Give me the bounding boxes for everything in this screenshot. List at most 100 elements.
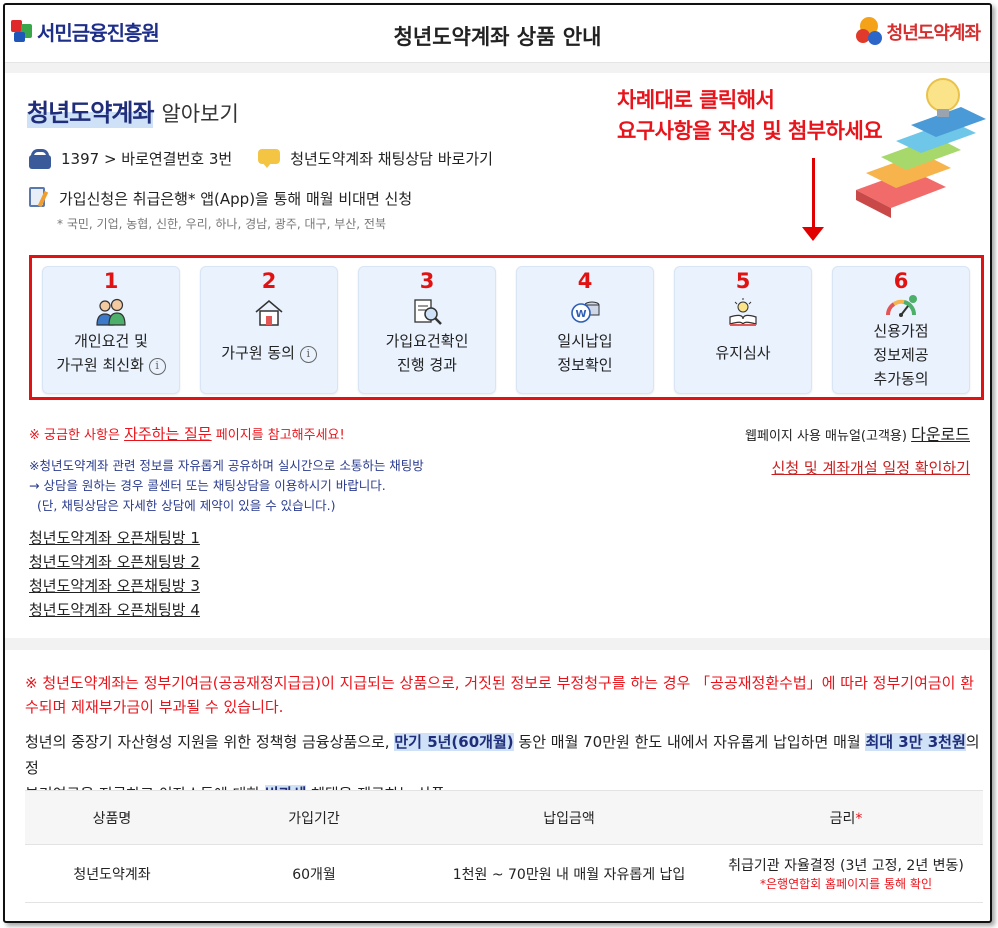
step-6-line-1: 신용가점 xyxy=(873,322,929,340)
step-4-label: 일시납입 정보확인 xyxy=(521,329,649,377)
schedule-link[interactable]: 신청 및 계좌개설 일정 확인하기 xyxy=(772,457,970,478)
faq-suffix: 페이지를 참고해주세요! xyxy=(215,428,345,443)
step-5-label: 유지심사 xyxy=(679,341,807,365)
cell-period: 60개월 xyxy=(199,844,429,903)
intro-title: 청년도약계좌 알아보기 xyxy=(27,93,239,128)
step-1-line-1: 개인요건 및 xyxy=(74,332,148,350)
description-text: 청년의 중장기 자산형성 지원을 위한 정책형 금융상품으로, xyxy=(25,733,390,751)
instruction-text: 차례대로 클릭해서 요구사항을 작성 및 첨부하세요 xyxy=(617,85,883,147)
step-3-card[interactable]: 3 가입요건확인 진행 경과 xyxy=(358,266,496,394)
header-period: 가입기간 xyxy=(199,790,429,845)
steps-container: 1 개인요건 및 가구원 최신화 i 2 가구원 동의 i 3 가입요건확인 진… xyxy=(29,255,984,400)
faq-link[interactable]: 자주하는 질문 xyxy=(124,425,212,443)
open-chat-link-2[interactable]: 청년도약계좌 오픈채팅방 2 xyxy=(29,550,200,574)
instruction-line-1: 차례대로 클릭해서 xyxy=(617,88,775,112)
step-5-line-1: 유지심사 xyxy=(715,344,771,362)
youth-account-logo[interactable]: 청년도약계좌 xyxy=(855,17,981,47)
step-5-card[interactable]: 5 유지심사 xyxy=(674,266,812,394)
header: 서민금융진흥원 청년도약계좌 상품 안내 청년도약계좌 xyxy=(5,5,990,63)
phone-icon xyxy=(29,148,51,169)
intro-title-sub: 알아보기 xyxy=(161,102,239,126)
step-3-label: 가입요건확인 진행 경과 xyxy=(363,329,491,377)
description-highlight-amount: 최대 3만 3천원 xyxy=(865,733,966,751)
cell-product-name: 청년도약계좌 xyxy=(25,844,199,903)
contact-row: 1397 > 바로연결번호 3번 청년도약계좌 채팅상담 바로가기 xyxy=(29,148,493,169)
description-text: 동안 매월 70만원 한도 내에서 자유롭게 납입하면 매월 xyxy=(518,733,861,751)
faq-note: ※ 궁금한 사항은 자주하는 질문 페이지를 참고해주세요! xyxy=(29,423,345,444)
apply-text: 가입신청은 취급은행* 앱(App)을 통해 매월 비대면 신청 xyxy=(59,189,413,208)
banks-list: * 국민, 기업, 농협, 신한, 우리, 하나, 경남, 광주, 대구, 부산… xyxy=(57,217,386,231)
section-divider xyxy=(5,638,990,650)
step-4-line-2: 정보확인 xyxy=(557,356,613,374)
step-4-card[interactable]: 4 W 일시납입 정보확인 xyxy=(516,266,654,394)
fraud-warning: ※ 청년도약계좌는 정부기여금(공공재정지급금)이 지급되는 상품으로, 거짓된… xyxy=(25,671,985,719)
header-amount: 납입금액 xyxy=(429,790,709,845)
info-icon[interactable]: i xyxy=(299,346,317,363)
open-chat-link-3[interactable]: 청년도약계좌 오픈채팅방 3 xyxy=(29,574,200,598)
table-header-row: 상품명 가입기간 납입금액 금리* xyxy=(25,790,983,845)
description-highlight-term: 만기 5년(60개월) xyxy=(394,733,514,751)
stairs-lightbulb-illustration xyxy=(856,78,986,218)
phone-number: 1397 > 바로연결번호 3번 xyxy=(61,150,233,168)
fraud-warning-line-1: ※ 청년도약계좌는 정부기여금(공공재정지급금)이 지급되는 상품으로, 거짓된… xyxy=(25,674,975,692)
chat-consult-link[interactable]: 청년도약계좌 채팅상담 바로가기 xyxy=(290,148,493,169)
step-6-card[interactable]: 6 신용가점 정보제공 추가동의 xyxy=(832,266,970,394)
step-3-line-2: 진행 경과 xyxy=(397,356,457,374)
open-chat-link-4[interactable]: 청년도약계좌 오픈채팅방 4 xyxy=(29,598,200,622)
down-arrow-icon xyxy=(812,158,815,228)
step-6-label: 신용가점 정보제공 추가동의 xyxy=(837,319,965,391)
step-1-card[interactable]: 1 개인요건 및 가구원 최신화 i xyxy=(42,266,180,394)
chat-notice-line-3: (단, 채팅상담은 자세한 상담에 제약이 있을 수 있습니다.) xyxy=(37,498,336,513)
apply-row: 가입신청은 취급은행* 앱(App)을 통해 매월 비대면 신청 xyxy=(29,187,412,209)
step-2-line-1: 가구원 동의 xyxy=(221,344,295,362)
house-icon xyxy=(255,300,283,326)
step-number: 2 xyxy=(261,269,277,293)
step-2-card[interactable]: 2 가구원 동의 i xyxy=(200,266,338,394)
lightbulb-book-icon xyxy=(729,298,757,326)
chat-icon xyxy=(258,148,281,169)
down-arrow-head-icon xyxy=(802,227,824,241)
faq-prefix: ※ 궁금한 사항은 xyxy=(29,428,120,443)
step-6-line-3: 추가동의 xyxy=(873,370,929,388)
youth-account-logo-mark xyxy=(855,17,884,47)
header-rate-label: 금리 xyxy=(829,810,856,827)
header-rate: 금리* xyxy=(709,790,983,845)
chat-notice: ※청년도약계좌 관련 정보를 자유롭게 공유하며 실시간으로 소통하는 채팅방 … xyxy=(29,456,424,516)
open-chat-link-1[interactable]: 청년도약계좌 오픈채팅방 1 xyxy=(29,526,200,550)
svg-text:W: W xyxy=(575,309,586,320)
fraud-warning-line-2: 수되며 제재부가금이 부과될 수 있습니다. xyxy=(25,698,284,716)
cell-rate: 취급기관 자율결정 (3년 고정, 2년 변동) *은행연합회 홈페이지를 통해… xyxy=(709,844,983,903)
manual-label: 웹페이지 사용 매뉴얼(고객용) xyxy=(745,429,907,444)
chat-notice-line-2: → 상담을 원하는 경우 콜센터 또는 채팅상담을 이용하시기 바랍니다. xyxy=(29,478,386,493)
people-icon xyxy=(96,298,126,326)
step-1-line-2-wrap: 가구원 최신화 i xyxy=(47,353,175,377)
document-search-icon xyxy=(414,299,442,325)
page-frame: 서민금융진흥원 청년도약계좌 상품 안내 청년도약계좌 청년도약계좌 알아보기 … xyxy=(3,3,992,923)
step-1-line-2: 가구원 최신화 xyxy=(56,356,144,374)
table-row: 청년도약계좌 60개월 1천원 ~ 70만원 내 매월 자유롭게 납입 취급기관… xyxy=(25,844,983,903)
step-6-line-2: 정보제공 xyxy=(873,346,929,364)
step-number: 5 xyxy=(735,269,751,293)
step-number: 1 xyxy=(103,269,119,293)
header-product-name: 상품명 xyxy=(25,790,199,845)
rate-text: 취급기관 자율결정 (3년 고정, 2년 변동) xyxy=(728,858,964,874)
manual-download: 웹페이지 사용 매뉴얼(고객용) 다운로드 xyxy=(745,421,970,445)
youth-account-logo-text: 청년도약계좌 xyxy=(886,23,981,44)
info-icon[interactable]: i xyxy=(148,358,166,375)
step-number: 3 xyxy=(419,269,435,293)
step-3-line-1: 가입요건확인 xyxy=(385,332,469,350)
step-number: 4 xyxy=(577,269,593,293)
cell-amount: 1천원 ~ 70만원 내 매월 자유롭게 납입 xyxy=(429,844,709,903)
rate-note: *은행연합회 홈페이지를 통해 확인 xyxy=(759,877,932,891)
step-4-line-1: 일시납입 xyxy=(557,332,613,350)
document-pen-icon xyxy=(29,187,49,209)
page-title: 청년도약계좌 상품 안내 xyxy=(393,25,602,49)
step-1-label: 개인요건 및 가구원 최신화 i xyxy=(47,329,175,377)
open-chat-links: 청년도약계좌 오픈채팅방 1 청년도약계좌 오픈채팅방 2 청년도약계좌 오픈채… xyxy=(29,526,200,622)
manual-download-link[interactable]: 다운로드 xyxy=(911,425,970,444)
chat-notice-line-1: ※청년도약계좌 관련 정보를 자유롭게 공유하며 실시간으로 소통하는 채팅방 xyxy=(29,458,424,473)
intro-title-main: 청년도약계좌 xyxy=(27,93,154,128)
instruction-line-2: 요구사항을 작성 및 첨부하세요 xyxy=(617,119,883,143)
step-number: 6 xyxy=(893,269,909,293)
product-table: 상품명 가입기간 납입금액 금리* 청년도약계좌 60개월 1천원 ~ 70만원… xyxy=(25,790,983,903)
